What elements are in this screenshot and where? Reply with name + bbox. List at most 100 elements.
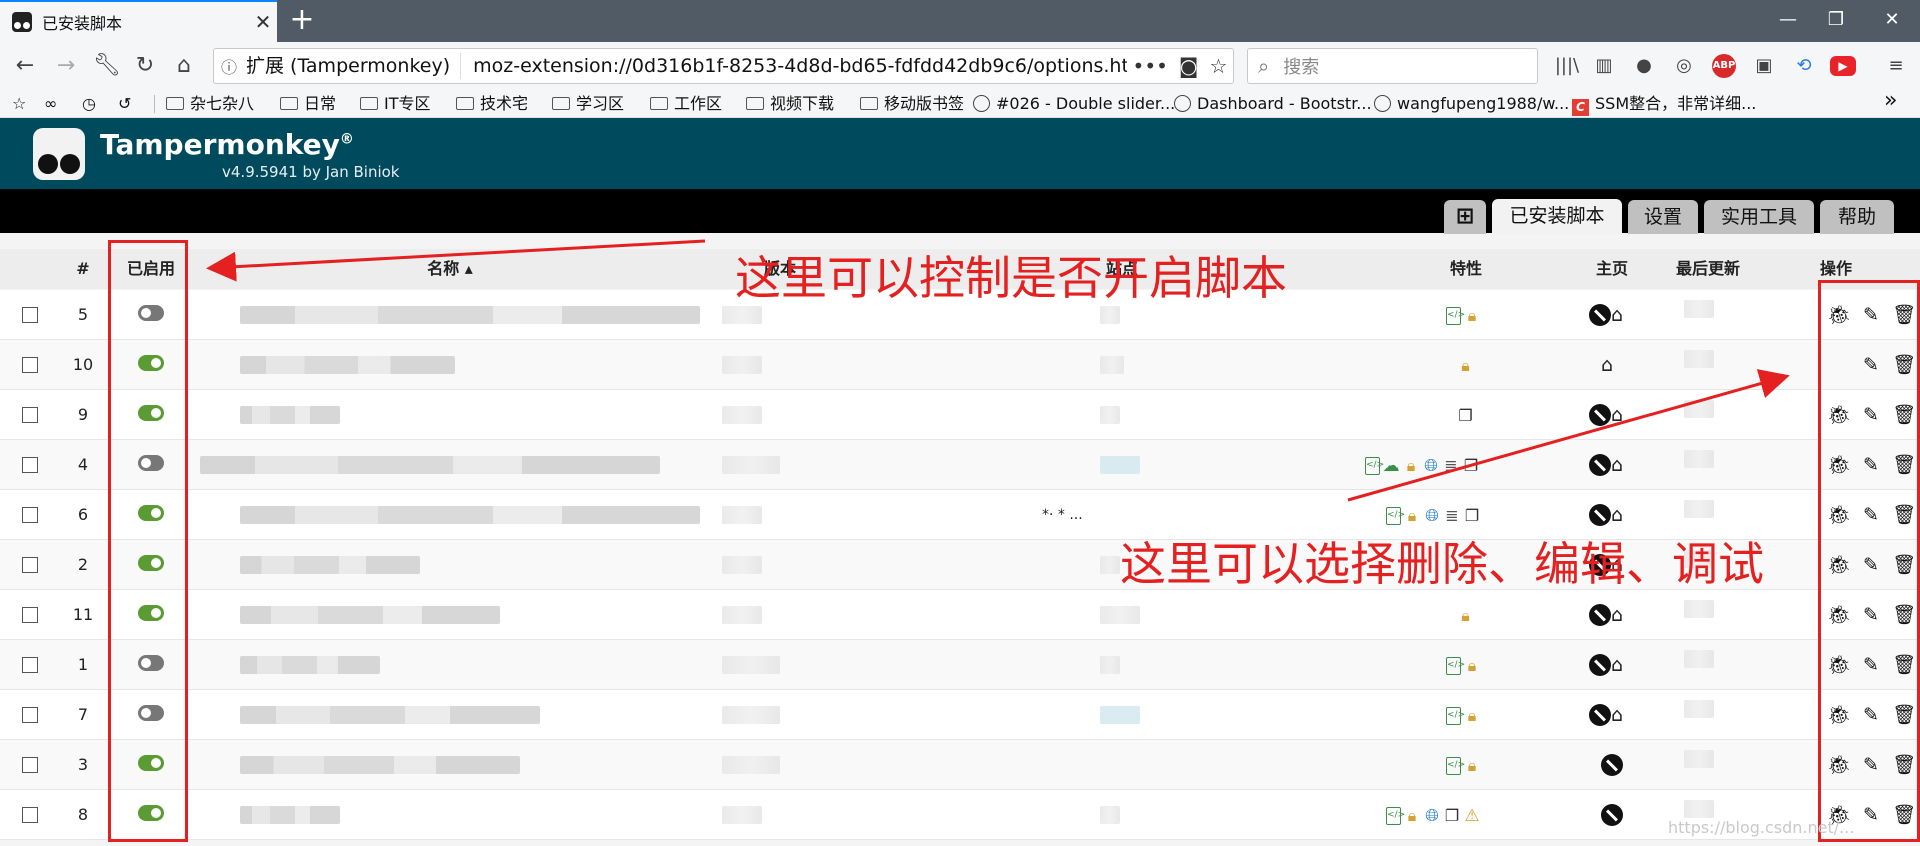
support-link-icon[interactable] [1589, 404, 1611, 426]
wrench-icon[interactable]: 🔧︎ [91, 50, 123, 82]
tab-add-script[interactable]: ⊞ [1444, 200, 1486, 234]
history-clock-icon[interactable]: ◷ [82, 92, 96, 116]
bookmark-folder-1[interactable]: 日常 [280, 92, 336, 116]
url-bar[interactable]: ⓘ 扩展 (Tampermonkey) moz-extension://0d31… [213, 48, 1234, 84]
bookmark-link-11[interactable]: C SSM整合，非常详细... [1572, 92, 1756, 116]
bookmark-folder-0[interactable]: 杂七杂八 [166, 92, 254, 116]
tampermonkey-icon [12, 12, 32, 32]
row-checkbox[interactable] [22, 457, 38, 473]
col-index[interactable]: # [60, 249, 106, 289]
back-arrow-icon[interactable]: ← [9, 50, 41, 82]
col-name[interactable]: 名称 ▴ [400, 249, 500, 289]
library-icon[interactable]: |||\ [1553, 52, 1581, 80]
url-text[interactable]: moz-extension://0d316b1f-8253-4d8d-bd65-… [461, 55, 1127, 77]
script-name-redacted[interactable] [240, 356, 455, 374]
homepage-link-icon[interactable]: ⌂ [1611, 290, 1623, 340]
site-redacted [1100, 606, 1140, 624]
bookmark-link-9[interactable]: Dashboard - Bootstr... [1174, 92, 1372, 116]
script-name-redacted[interactable] [240, 656, 380, 674]
homepage-link-icon[interactable]: ⌂ [1611, 690, 1623, 740]
browser-tab[interactable]: 已安装脚本 ✕ [0, 0, 277, 42]
row-checkbox[interactable] [22, 407, 38, 423]
pocket-icon[interactable]: ◙ [1179, 54, 1198, 78]
bookmark-star-tool-icon[interactable]: ☆ [12, 92, 26, 116]
support-link-icon[interactable] [1601, 754, 1623, 776]
homepage-link-icon[interactable]: ⌂ [1611, 590, 1623, 640]
account-icon[interactable]: ● [1630, 52, 1658, 80]
homepage-link-icon[interactable]: ⌂ [1601, 340, 1613, 390]
extension-sync-icon[interactable]: ◎ [1670, 52, 1698, 80]
bookmark-folder-2[interactable]: IT专区 [360, 92, 431, 116]
home-icon[interactable]: ⌂ [168, 50, 200, 82]
support-link-icon[interactable] [1601, 804, 1623, 826]
search-input[interactable]: ⌕ 搜索 [1247, 48, 1538, 84]
menu-icon[interactable]: ≡ [1882, 52, 1910, 80]
support-link-icon[interactable] [1589, 704, 1611, 726]
bookmark-star-icon[interactable]: ☆ [1209, 54, 1227, 78]
support-link-icon[interactable] [1589, 454, 1611, 476]
homepage-link-icon[interactable]: ⌂ [1611, 440, 1623, 490]
bookmark-folder-3[interactable]: 技术宅 [456, 92, 528, 116]
video-icon[interactable]: ▶ [1830, 56, 1856, 76]
script-name-redacted[interactable] [240, 306, 700, 324]
script-name-redacted[interactable] [200, 456, 660, 474]
bookmark-link-10[interactable]: wangfupeng1988/w... [1374, 92, 1569, 116]
row-checkbox[interactable] [22, 507, 38, 523]
row-checkbox[interactable] [22, 807, 38, 823]
homepage-link-icon[interactable]: ⌂ [1611, 640, 1623, 690]
script-name-redacted[interactable] [240, 406, 340, 424]
col-last-updated[interactable]: 最后更新 [1660, 249, 1756, 289]
script-name-redacted[interactable] [240, 706, 540, 724]
col-features[interactable]: 特性 [1436, 249, 1496, 289]
reload-icon[interactable]: ↻ [129, 50, 161, 82]
close-window-button[interactable]: ✕ [1864, 0, 1920, 42]
support-link-icon[interactable] [1589, 654, 1611, 676]
adblock-plus-icon[interactable]: ABP [1712, 54, 1736, 78]
close-tab-icon[interactable]: ✕ [249, 10, 277, 34]
bookmark-link-8[interactable]: #026 - Double slider... [973, 92, 1175, 116]
tab-help[interactable]: 帮助 [1820, 200, 1894, 234]
bookmark-folder-5[interactable]: 工作区 [650, 92, 722, 116]
row-checkbox[interactable] [22, 757, 38, 773]
row-checkbox[interactable] [22, 607, 38, 623]
support-link-icon[interactable] [1589, 304, 1611, 326]
tampermonkey-toolbar-icon[interactable]: ▣ [1750, 52, 1778, 80]
support-link-icon[interactable] [1589, 504, 1611, 526]
support-link-icon[interactable] [1589, 604, 1611, 626]
script-name-redacted[interactable] [240, 606, 500, 624]
bookmark-folder-6[interactable]: 视频下载 [746, 92, 834, 116]
version-redacted [722, 506, 762, 524]
crop-icon[interactable]: ⟲ [1790, 52, 1818, 80]
homepage-cell [1601, 740, 1623, 790]
script-name-redacted[interactable] [240, 506, 700, 524]
tab-utilities[interactable]: 实用工具 [1704, 200, 1814, 234]
tab-settings[interactable]: 设置 [1628, 200, 1698, 234]
globe-icon [1174, 95, 1191, 112]
script-name-redacted[interactable] [240, 806, 340, 824]
recent-icon[interactable]: ↺ [118, 92, 131, 116]
bookmark-folder-4[interactable]: 学习区 [552, 92, 624, 116]
private-mask-icon[interactable]: ∞ [44, 92, 57, 116]
bookmarks-overflow-icon[interactable]: » [1884, 89, 1897, 113]
sidebar-icon[interactable]: ▥ [1590, 52, 1618, 80]
info-icon[interactable]: ⓘ [214, 54, 244, 78]
extension-identity[interactable]: 扩展 (Tampermonkey) [244, 53, 462, 79]
restore-button[interactable]: ❐ [1808, 0, 1864, 42]
row-checkbox[interactable] [22, 307, 38, 323]
page-actions-icon[interactable]: ••• [1133, 54, 1168, 78]
features-cell: </> 🔒︎ [1445, 690, 1482, 740]
forward-arrow-icon[interactable]: → [50, 50, 82, 82]
tab-installed-scripts[interactable]: 已安装脚本 [1492, 199, 1622, 234]
row-checkbox[interactable] [22, 707, 38, 723]
script-name-redacted[interactable] [240, 556, 420, 574]
row-checkbox[interactable] [22, 557, 38, 573]
col-homepage[interactable]: 主页 [1582, 249, 1642, 289]
script-name-redacted[interactable] [240, 756, 520, 774]
homepage-link-icon[interactable]: ⌂ [1611, 390, 1623, 440]
row-checkbox[interactable] [22, 357, 38, 373]
row-checkbox[interactable] [22, 657, 38, 673]
new-tab-button[interactable]: + [285, 4, 319, 38]
bookmark-folder-7[interactable]: 移动版书签 [860, 92, 964, 116]
script-code-icon: </> [1446, 656, 1465, 675]
version-redacted [722, 406, 762, 424]
